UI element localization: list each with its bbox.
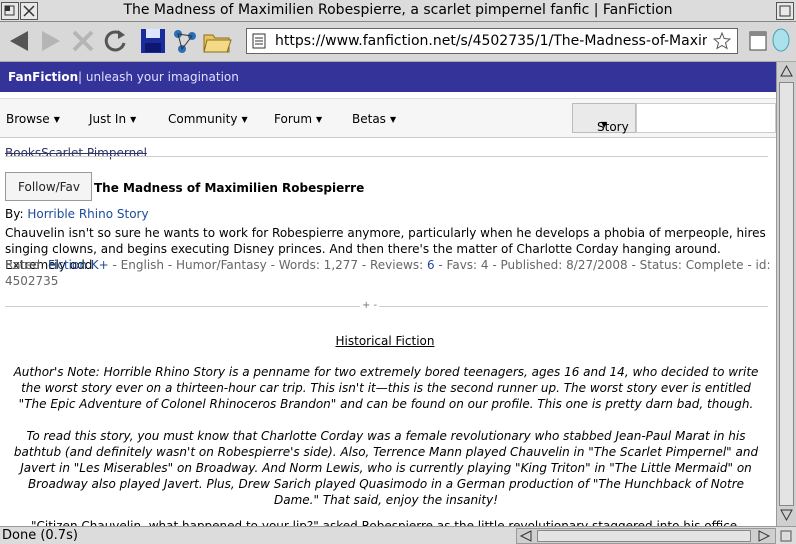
- follow-fav-label: Follow/Fav: [18, 180, 80, 194]
- caret-down-icon: ▼: [316, 115, 323, 124]
- page-content: FanFiction | unleash your imagination Br…: [0, 62, 776, 526]
- save-icon: [141, 29, 165, 53]
- menu-forum-label: Forum: [274, 112, 313, 126]
- scroll-up-icon[interactable]: [779, 64, 794, 78]
- caret-down-icon: ▼: [130, 115, 137, 124]
- caret-down-icon: ▼: [241, 115, 248, 124]
- browser-window: The Madness of Maximilien Robespierre, a…: [0, 0, 796, 544]
- star-icon[interactable]: [713, 32, 731, 50]
- back-button[interactable]: [4, 26, 34, 56]
- folder-icon: [203, 34, 232, 53]
- meta-rated-label: Rated:: [5, 258, 45, 272]
- window-menu-icon: [4, 5, 15, 16]
- site-logo[interactable]: FanFiction: [8, 70, 78, 84]
- breadcrumb[interactable]: BooksScarlet Pimpernel: [5, 146, 147, 160]
- maximize-button[interactable]: [776, 2, 794, 20]
- menu-browse-label: Browse: [6, 112, 50, 126]
- page-icon: [252, 33, 266, 49]
- menu-community[interactable]: Community ▼: [168, 112, 248, 126]
- chapter-heading: Historical Fiction: [335, 334, 435, 348]
- reload-button[interactable]: [100, 26, 130, 56]
- menu-betas[interactable]: Betas ▼: [352, 112, 396, 126]
- caret-down-icon: ▼: [389, 115, 397, 124]
- status-text: Done (0.7s): [2, 528, 78, 543]
- story-meta: Rated: Fiction K+ - English - Humor/Fant…: [5, 257, 771, 289]
- nav-menu: Browse ▼ Just In ▼ Community ▼ Forum ▼ Betas…: [0, 98, 776, 138]
- network-icon: [174, 30, 196, 53]
- author-link[interactable]: Horrible Rhino Story: [27, 207, 148, 221]
- title-bar: The Madness of Maximilien Robespierre, a…: [0, 0, 796, 22]
- forward-button[interactable]: [36, 26, 66, 56]
- resize-grip-icon[interactable]: [778, 528, 794, 544]
- window-title: The Madness of Maximilien Robespierre, a…: [123, 2, 673, 18]
- menu-browse[interactable]: Browse ▼: [6, 112, 60, 126]
- search-input[interactable]: [636, 103, 776, 133]
- menu-just-in-label: Just In: [89, 112, 127, 126]
- maximize-icon: [779, 5, 791, 17]
- leaf-button[interactable]: [766, 26, 796, 56]
- horizontal-scrollbar[interactable]: [516, 528, 776, 544]
- menu-just-in[interactable]: Just In ▼: [89, 112, 136, 126]
- stop-icon: [72, 30, 94, 52]
- divider-mark: + -: [360, 300, 380, 311]
- byline-label: By:: [5, 207, 24, 221]
- search-type-dropdown[interactable]: Story ▼: [572, 103, 636, 134]
- menu-forum[interactable]: Forum ▼: [274, 112, 322, 126]
- meta-details: - English - Humor/Fantasy - Words: 1,277…: [112, 258, 424, 272]
- stop-button[interactable]: [68, 26, 98, 56]
- vertical-scroll-thumb[interactable]: [779, 82, 794, 506]
- scroll-down-icon[interactable]: [779, 508, 794, 522]
- site-header: FanFiction | unleash your imagination: [0, 62, 776, 92]
- open-folder-button[interactable]: [202, 26, 232, 56]
- url-text: https://www.fanfiction.net/s/4502735/1/T…: [275, 33, 707, 49]
- story-title: The Madness of Maximilien Robespierre: [94, 181, 365, 195]
- scroll-right-icon[interactable]: [757, 530, 771, 542]
- forward-icon: [42, 31, 60, 51]
- vertical-scrollbar[interactable]: [776, 62, 796, 526]
- browser-toolbar: https://www.fanfiction.net/s/4502735/1/T…: [0, 22, 796, 62]
- horizontal-scroll-thumb[interactable]: [537, 530, 751, 542]
- context-paragraph: To read this story, you must know that C…: [13, 429, 759, 507]
- reviews-link[interactable]: 6: [427, 258, 435, 272]
- content-divider: [5, 306, 768, 307]
- close-window-button[interactable]: [20, 2, 38, 20]
- window-menu-button[interactable]: [1, 2, 19, 20]
- site-tagline: | unleash your imagination: [78, 70, 239, 84]
- menu-betas-label: Betas: [352, 112, 386, 126]
- status-bar: Done (0.7s): [0, 526, 796, 544]
- save-button[interactable]: [138, 26, 168, 56]
- leaf-icon: [772, 28, 790, 52]
- close-icon: [23, 5, 35, 17]
- rating-link[interactable]: Fiction K+: [48, 258, 109, 272]
- follow-fav-button[interactable]: Follow/Fav: [5, 172, 92, 201]
- authors-note-paragraph: Author's Note: Horrible Rhino Story is a…: [13, 365, 759, 411]
- caret-down-icon: ▼: [53, 115, 60, 124]
- scroll-left-icon[interactable]: [519, 530, 533, 542]
- story-text-paragraph: "Citizen Chauvelin, what happened to you…: [30, 519, 741, 526]
- breadcrumb-divider: [5, 156, 768, 157]
- back-icon: [10, 31, 28, 51]
- menu-community-label: Community: [168, 112, 238, 126]
- byline: By: Horrible Rhino Story: [5, 207, 149, 221]
- reload-icon: [104, 30, 126, 52]
- caret-down-icon: ▼: [601, 120, 608, 129]
- network-button[interactable]: [170, 26, 200, 56]
- url-bar[interactable]: https://www.fanfiction.net/s/4502735/1/T…: [246, 28, 738, 54]
